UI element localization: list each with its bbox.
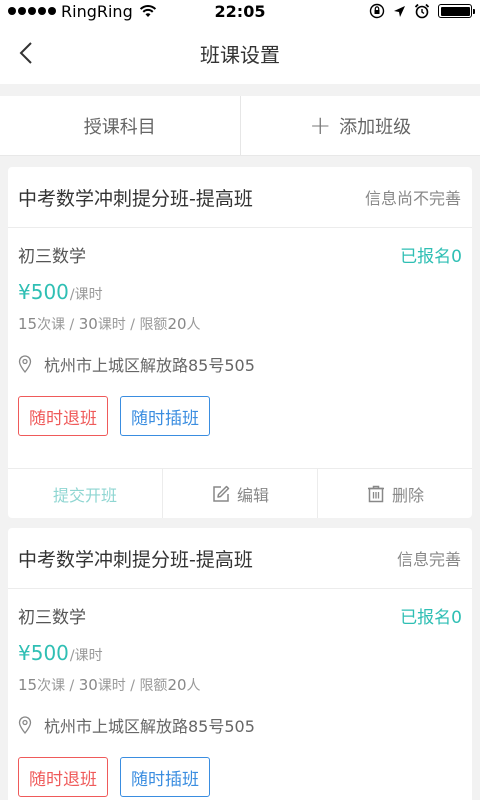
alarm-icon xyxy=(414,3,430,19)
address-row: 杭州市上城区解放路85号505 xyxy=(18,713,462,737)
class-card: 中考数学冲刺提分班-提高班 信息完善 初三数学 已报名0 ¥500 /课时 15… xyxy=(8,528,472,800)
price: ¥500 xyxy=(18,641,69,665)
chevron-left-icon xyxy=(19,42,32,64)
submit-class-label: 提交开班 xyxy=(52,485,117,505)
subject: 初三数学 xyxy=(18,607,86,628)
limit-count: 20 xyxy=(167,315,187,333)
delete-label: 删除 xyxy=(391,485,424,505)
class-meta: 15次课 / 30课时 / 限额20人 xyxy=(18,675,462,695)
nav-bar: 班课设置 xyxy=(0,22,480,84)
lessons-count: 15 xyxy=(18,676,38,694)
subject: 初三数学 xyxy=(18,246,86,267)
price: ¥500 xyxy=(18,280,69,304)
submit-class-button[interactable]: 提交开班 xyxy=(8,469,162,518)
tag-join-anytime[interactable]: 随时插班 xyxy=(120,757,210,797)
delete-button[interactable]: 删除 xyxy=(317,469,472,518)
back-button[interactable] xyxy=(8,34,44,72)
card-header: 中考数学冲刺提分班-提高班 信息尚不完善 xyxy=(8,167,472,228)
status-bar: RingRing 22:05 xyxy=(0,0,480,22)
meta-separator: / xyxy=(65,317,79,333)
tab-subjects-label: 授课科目 xyxy=(83,116,156,138)
lessons-count: 15 xyxy=(18,315,38,333)
price-row: ¥500 /课时 xyxy=(18,280,462,306)
enrolled-count: 已报名0 xyxy=(400,246,462,267)
card-header: 中考数学冲刺提分班-提高班 信息完善 xyxy=(8,528,472,589)
limit-unit: 人 xyxy=(186,678,201,694)
location-icon xyxy=(394,5,405,17)
meta-separator: / xyxy=(125,317,140,333)
meta-separator: / xyxy=(65,678,79,694)
class-card: 中考数学冲刺提分班-提高班 信息尚不完善 初三数学 已报名0 ¥500 /课时 … xyxy=(8,167,472,518)
class-name: 中考数学冲刺提分班-提高班 xyxy=(18,187,253,210)
tab-row: 授课科目 + 添加班级 xyxy=(0,96,480,156)
signal-dots-icon xyxy=(8,7,56,15)
address-row: 杭州市上城区解放路85号505 xyxy=(18,352,462,376)
card-body: 初三数学 已报名0 ¥500 /课时 15次课 / 30课时 / 限额20人 杭… xyxy=(8,589,472,797)
trash-icon xyxy=(367,485,384,502)
tag-join-anytime[interactable]: 随时插班 xyxy=(120,396,210,436)
tag-refund-anytime[interactable]: 随时退班 xyxy=(18,396,108,436)
edit-icon xyxy=(213,485,230,502)
address: 杭州市上城区解放路85号505 xyxy=(44,356,255,375)
tag-refund-anytime[interactable]: 随时退班 xyxy=(18,757,108,797)
card-body: 初三数学 已报名0 ¥500 /课时 15次课 / 30课时 / 限额20人 杭… xyxy=(8,228,472,436)
status-right xyxy=(369,3,480,19)
edit-label: 编辑 xyxy=(236,485,269,505)
address: 杭州市上城区解放路85号505 xyxy=(44,717,255,736)
tag-row: 随时退班 随时插班 xyxy=(18,396,462,436)
hours-count: 30 xyxy=(78,676,98,694)
lessons-unit: 次课 xyxy=(37,317,66,333)
status-left: RingRing xyxy=(0,2,157,21)
tab-subjects[interactable]: 授课科目 xyxy=(0,96,240,155)
battery-icon xyxy=(438,4,475,18)
hours-unit: 课时 xyxy=(97,317,126,333)
limit-label: 限额 xyxy=(139,678,168,694)
orientation-lock-icon xyxy=(369,3,385,19)
tab-add-class-label: 添加班级 xyxy=(339,116,412,138)
plus-icon: + xyxy=(309,110,332,141)
price-unit: /课时 xyxy=(69,287,103,303)
tag-row: 随时退班 随时插班 xyxy=(18,757,462,797)
limit-count: 20 xyxy=(167,676,187,694)
limit-unit: 人 xyxy=(186,317,201,333)
edit-button[interactable]: 编辑 xyxy=(162,469,317,518)
price-unit: /课时 xyxy=(69,648,103,664)
location-pin-icon xyxy=(18,716,32,734)
lessons-unit: 次课 xyxy=(37,678,66,694)
meta-separator: / xyxy=(125,678,140,694)
limit-label: 限额 xyxy=(139,317,168,333)
location-pin-icon xyxy=(18,355,32,373)
carrier-name: RingRing xyxy=(61,1,133,21)
card-actions: 提交开班 编辑 删除 xyxy=(8,468,472,518)
info-status[interactable]: 信息完善 xyxy=(397,546,461,570)
hours-unit: 课时 xyxy=(97,678,126,694)
class-meta: 15次课 / 30课时 / 限额20人 xyxy=(18,314,462,334)
wifi-icon xyxy=(139,5,156,17)
hours-count: 30 xyxy=(78,315,98,333)
price-row: ¥500 /课时 xyxy=(18,641,462,667)
info-status[interactable]: 信息尚不完善 xyxy=(365,185,461,209)
page-title: 班课设置 xyxy=(200,42,280,67)
class-name: 中考数学冲刺提分班-提高班 xyxy=(18,548,253,571)
enrolled-count: 已报名0 xyxy=(400,607,462,628)
tab-add-class[interactable]: + 添加班级 xyxy=(239,96,480,155)
